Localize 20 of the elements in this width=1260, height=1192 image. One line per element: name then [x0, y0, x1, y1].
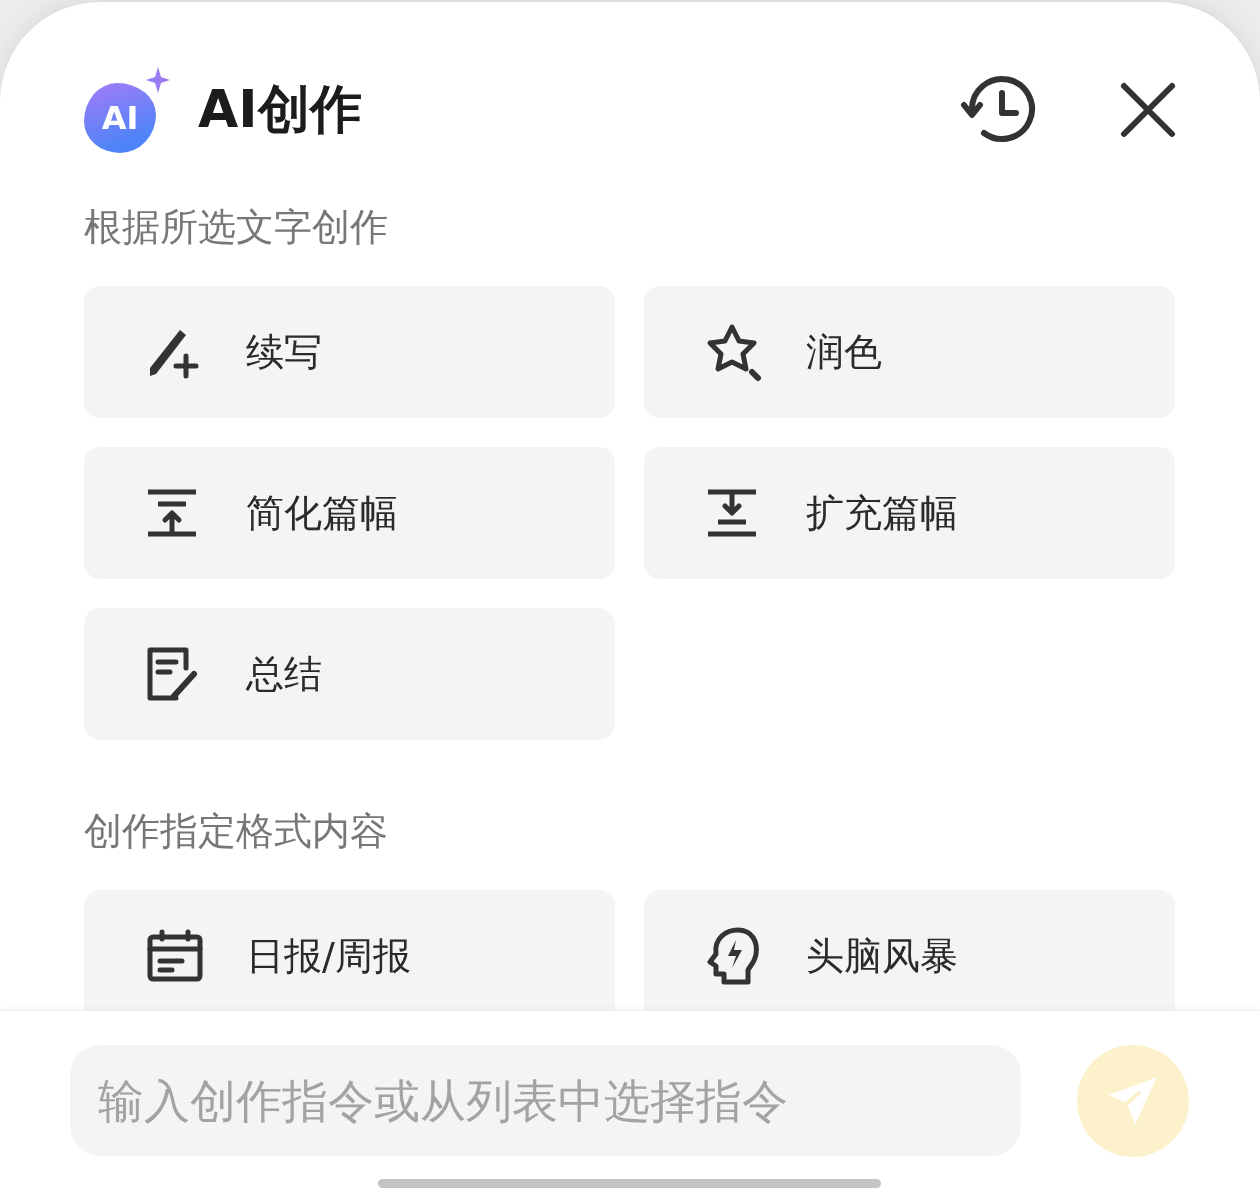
sparkle-icon — [146, 67, 170, 93]
shrink-icon — [146, 488, 198, 538]
note-edit-icon — [146, 646, 200, 702]
action-card[interactable]: 续写 — [84, 286, 615, 418]
close-button[interactable] — [1120, 82, 1176, 138]
action-card[interactable]: 日报/周报 — [84, 890, 615, 1010]
ai-logo: AI — [84, 83, 156, 153]
action-card[interactable]: 扩充篇幅 — [644, 447, 1175, 579]
prompt-input[interactable]: 输入创作指令或从列表中选择指令 — [70, 1045, 1021, 1156]
section-heading: 创作指定格式内容 — [84, 808, 389, 855]
action-card[interactable]: 简化篇幅 — [84, 447, 615, 579]
calendar-icon — [146, 929, 204, 983]
expand-icon — [706, 488, 758, 538]
head-lightning-icon — [706, 926, 762, 986]
action-card[interactable]: 总结 — [84, 608, 615, 740]
section-heading: 根据所选文字创作 — [84, 204, 389, 251]
star-icon — [706, 322, 764, 382]
action-card[interactable]: 头脑风暴 — [644, 890, 1175, 1010]
panel-title: AI创作 — [198, 78, 363, 141]
action-card[interactable]: 润色 — [644, 286, 1175, 418]
